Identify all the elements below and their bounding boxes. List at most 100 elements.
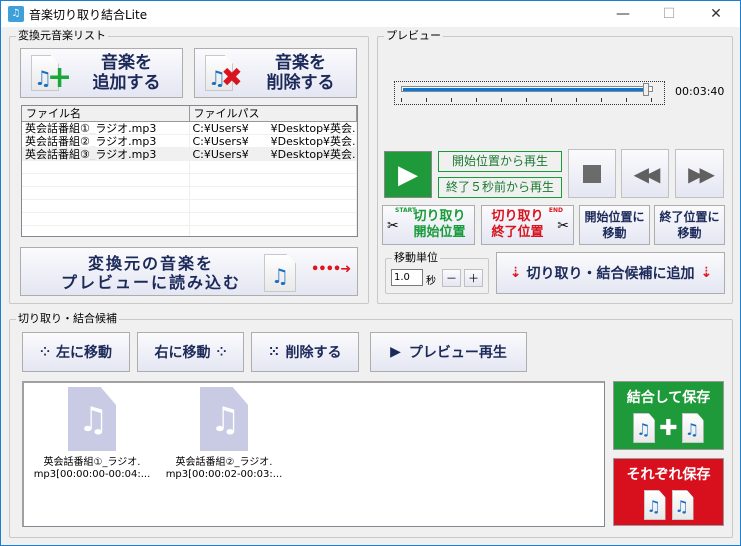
preview-label: プレビュー [384,29,443,43]
step-value-input[interactable] [391,269,423,286]
music-file-icon: ♫ [200,387,248,451]
cut-start-line2: 開始位置 [413,225,466,240]
cut-end-line2: 終了位置 [491,225,544,240]
preview-play-label: プレビュー再生 [408,345,507,361]
goto-end-line1: 終了位置に [659,210,720,224]
close-button[interactable]: ✕ [693,1,739,27]
cut-end-line1: 切り取り [491,209,544,224]
source-list-label: 変換元音楽リスト [16,29,108,43]
separate-icon: ♫ ♫ [614,490,723,520]
window-title: 音楽切り取り結合Lite [29,8,148,22]
candidate-list[interactable]: ♫ 英会話番組①_ラジオ. mp3[00:00:00-00:04:... ♫ 英… [22,381,605,527]
file-list-row[interactable]: 英会話番組②_ラジオ.mp3 C:¥Users¥ ¥Desktop¥英会... [22,135,357,148]
music-file-icon: ♫ [68,387,116,451]
merge-save-label: 結合して保存 [626,390,711,406]
candidate-item-line1: 英会話番組②_ラジオ. [175,457,273,468]
maximize-button[interactable]: ☐ [646,1,692,27]
add-candidate-button[interactable]: ⇣ 切り取り・結合候補に追加 ⇣ [496,252,725,294]
file-list-row[interactable]: 英会話番組③_ラジオ.mp3 C:¥Users¥ ¥Desktop¥英会... [22,148,357,161]
goto-end-line2: 移動 [677,226,702,240]
remove-music-line1: 音楽を [275,53,326,73]
stop-icon [583,164,601,183]
file-path: C:¥Users¥ ¥Desktop¥英会... [190,148,357,160]
file-name: 英会話番組③_ラジオ.mp3 [22,148,190,160]
column-header-filepath[interactable]: ファイルパス [190,106,357,121]
goto-end-button[interactable]: 終了位置に 移動 [654,205,725,245]
add-music-button[interactable]: ♫ + 音楽を 追加する [20,48,183,98]
seek-fill [403,88,648,91]
add-music-line2: 追加する [92,73,161,93]
delete-candidate-label: 削除する [285,345,342,361]
load-preview-line1: 変換元の音楽を [87,254,214,273]
end-tag: END [548,207,563,214]
play-from-start-button[interactable]: 開始位置から再生 [438,151,562,172]
play-button[interactable]: ▶ [384,151,432,198]
cut-start-button[interactable]: ✂ START 切り取り 開始位置 [382,205,475,245]
step-plus-button[interactable]: ＋ [464,269,483,287]
candidate-item-line2: mp3[00:00:02-00:03:... [165,469,283,480]
seek-thumb[interactable] [643,83,649,96]
load-preview-button[interactable]: 変換元の音楽を プレビューに読み込む ♫ ••••➜ [20,247,358,296]
arrow-right-dots-icon: ••••➜ [311,262,351,277]
step-minus-button[interactable]: － [442,269,461,287]
column-header-filename[interactable]: ファイル名 [22,106,190,121]
separate-save-button[interactable]: それぞれ保存 ♫ ♫ [613,458,724,526]
dotted-x-icon: ⁙ [268,344,280,360]
minimize-button[interactable]: — [600,1,646,27]
delete-candidate-button[interactable]: ⁙ 削除する [251,332,359,372]
seek-ticks [401,98,654,102]
goto-start-line2: 移動 [602,226,627,240]
seek-slider[interactable] [394,81,665,105]
load-preview-line2: プレビューに読み込む [60,273,241,292]
step-unit-seconds: 秒 [426,276,436,287]
add-music-line1: 音楽を [101,53,152,73]
arrow-down-dots-icon: ⇣ [700,265,713,281]
file-list[interactable]: ファイル名 ファイルパス 英会話番組①_ラジオ.mp3 C:¥Users¥ ¥D… [21,105,358,237]
cut-start-line1: 切り取り [413,209,466,224]
rewind-button[interactable]: ◀◀ [621,149,669,198]
scissors-icon: ✂ [387,218,399,234]
move-right-button[interactable]: 右に移動 ⁘ [137,332,244,372]
file-name: 英会話番組①_ラジオ.mp3 [22,122,190,134]
rewind-icon: ◀◀ [633,161,661,186]
file-name: 英会話番組②_ラジオ.mp3 [22,135,190,147]
remove-music-line2: 削除する [266,73,335,93]
fast-forward-button[interactable]: ▶▶ [675,149,724,198]
goto-start-line1: 開始位置に [584,210,645,224]
candidate-item-line1: 英会話番組①_ラジオ. [43,457,141,468]
time-display: 00:03:40 [675,85,725,98]
fast-forward-icon: ▶▶ [688,161,715,186]
start-tag: START [395,207,417,214]
merge-icon: ♫ ✚ ♫ [614,413,723,443]
candidates-label: 切り取り・結合候補 [16,312,119,326]
merge-save-button[interactable]: 結合して保存 ♫ ✚ ♫ [613,381,724,450]
separate-save-label: それぞれ保存 [626,467,711,483]
music-file-icon: ♫ [264,254,296,292]
preview-play-button[interactable]: ▶ プレビュー再生 [370,332,527,372]
stop-button[interactable] [568,149,616,198]
play-icon: ▶ [390,344,401,360]
remove-music-button[interactable]: ♫ ✖ 音楽を 削除する [194,48,357,98]
add-candidate-label: 切り取り・結合候補に追加 [526,266,695,282]
cut-end-button[interactable]: 切り取り 終了位置 ✂ END [481,205,574,245]
arrow-down-dots-icon: ⇣ [509,265,522,281]
app-window: ♫ 音楽切り取り結合Lite — ☐ ✕ 変換元音楽リスト ♫ + 音楽を 追加… [0,0,741,546]
move-left-button[interactable]: ⁘ 左に移動 [22,332,130,372]
play-icon: ▶ [398,159,418,190]
arrow-right-dots-icon: ⁘ [216,345,227,359]
file-path: C:¥Users¥ ¥Desktop¥英会... [190,135,357,147]
file-path: C:¥Users¥ ¥Desktop¥英会... [190,122,357,134]
candidate-item[interactable]: ♫ 英会話番組②_ラジオ. mp3[00:00:02-00:03:... [164,387,284,481]
title-bar: ♫ 音楽切り取り結合Lite — ☐ ✕ [1,1,740,27]
goto-start-button[interactable]: 開始位置に 移動 [579,205,650,245]
move-right-label: 右に移動 [154,345,211,361]
move-left-label: 左に移動 [56,345,113,361]
music-add-icon: ♫ + [31,55,72,93]
step-unit-label: 移動単位 [392,251,440,265]
play-last-5s-button[interactable]: 終了５秒前から再生 [438,177,562,198]
file-list-row[interactable]: 英会話番組①_ラジオ.mp3 C:¥Users¥ ¥Desktop¥英会... [22,122,357,135]
file-list-header: ファイル名 ファイルパス [22,106,357,122]
arrow-left-dots-icon: ⁘ [39,345,51,359]
scissors-icon: ✂ [557,218,569,234]
candidate-item[interactable]: ♫ 英会話番組①_ラジオ. mp3[00:00:00-00:04:... [32,387,152,481]
